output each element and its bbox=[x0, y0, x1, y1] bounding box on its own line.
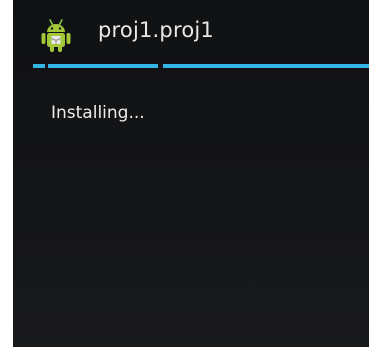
progress-segment bbox=[33, 64, 45, 68]
progress-segment bbox=[163, 64, 369, 68]
indeterminate-progress-bar bbox=[13, 64, 369, 69]
android-robot-icon bbox=[41, 19, 71, 52]
status-text: Installing... bbox=[51, 103, 145, 123]
title-bar: proj1.proj1 bbox=[13, 0, 369, 62]
window-title: proj1.proj1 bbox=[98, 18, 214, 42]
dialog-screen: proj1.proj1 Installing... bbox=[13, 0, 369, 347]
progress-segment bbox=[48, 64, 158, 68]
